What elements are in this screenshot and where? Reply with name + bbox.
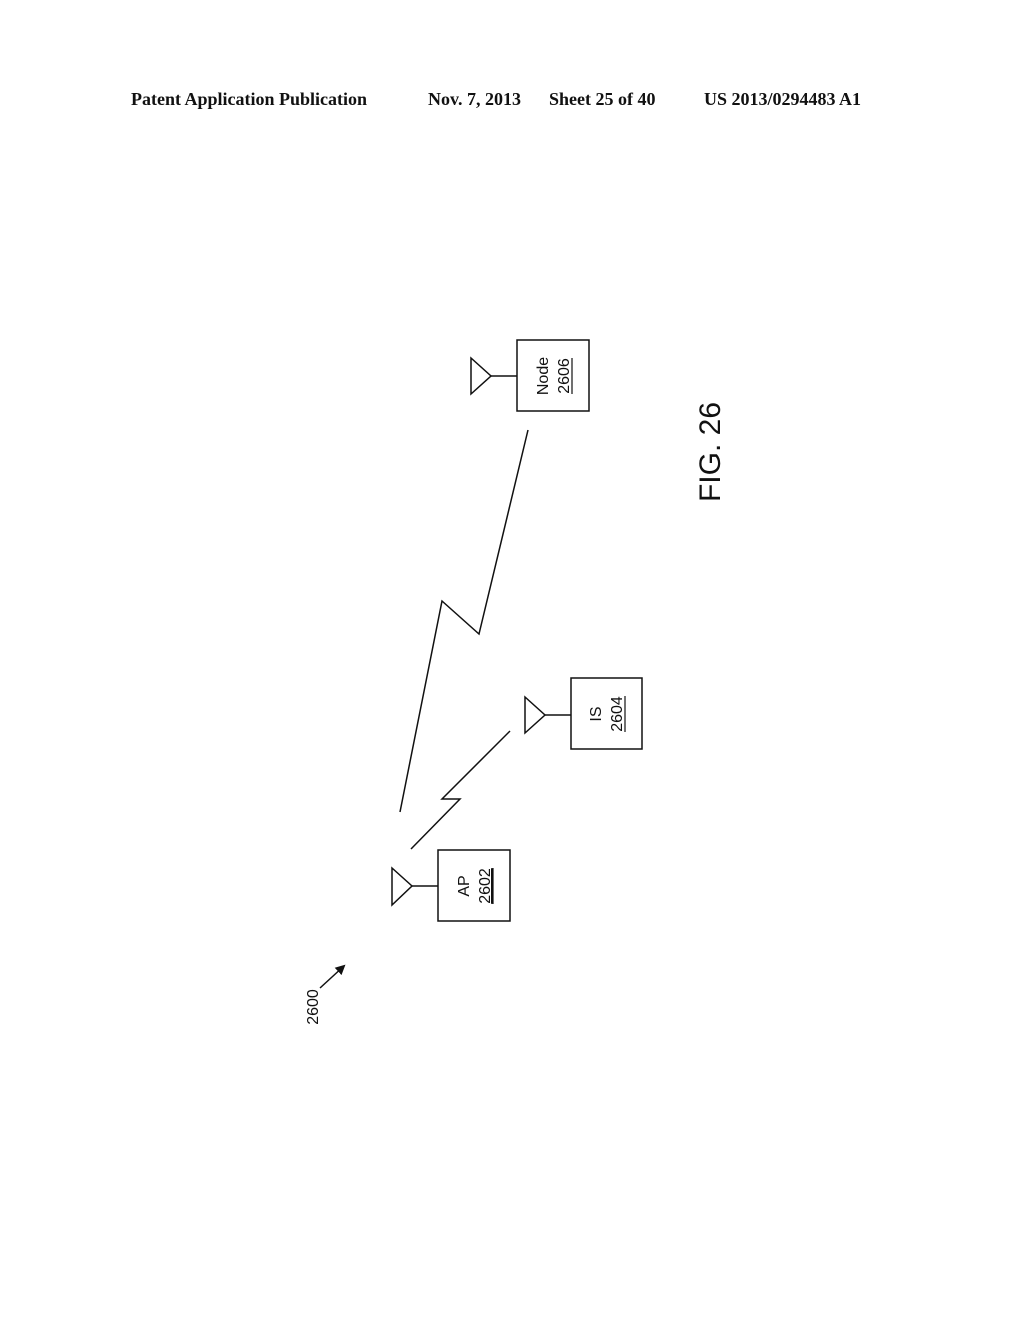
is-label: IS [588, 706, 605, 721]
is-number: 2604 [609, 696, 626, 732]
antenna-icon [470, 356, 493, 396]
ap-label: AP [456, 875, 473, 896]
antenna-icon [391, 866, 414, 907]
reference-arrow [319, 964, 346, 989]
node-number: 2606 [556, 358, 573, 394]
figure-label: FIG. 26 [694, 402, 727, 502]
ap-box [437, 849, 511, 922]
ap-number: 2602 [477, 868, 494, 904]
wireless-link-ap-node [399, 429, 529, 813]
node-label: Node [535, 357, 552, 395]
wireless-link-ap-is [410, 730, 511, 850]
ap-node: AP 2602 [391, 849, 511, 922]
figure-reference-number: 2600 [305, 989, 322, 1025]
antenna-icon [524, 695, 547, 735]
is-box [570, 677, 643, 750]
node-box [516, 339, 590, 412]
figure-diagram: AP 2602 IS 2604 Node 2606 2600 FIG. 26 [305, 339, 727, 1025]
node-node: Node 2606 [470, 339, 590, 412]
is-node: IS 2604 [524, 677, 643, 750]
